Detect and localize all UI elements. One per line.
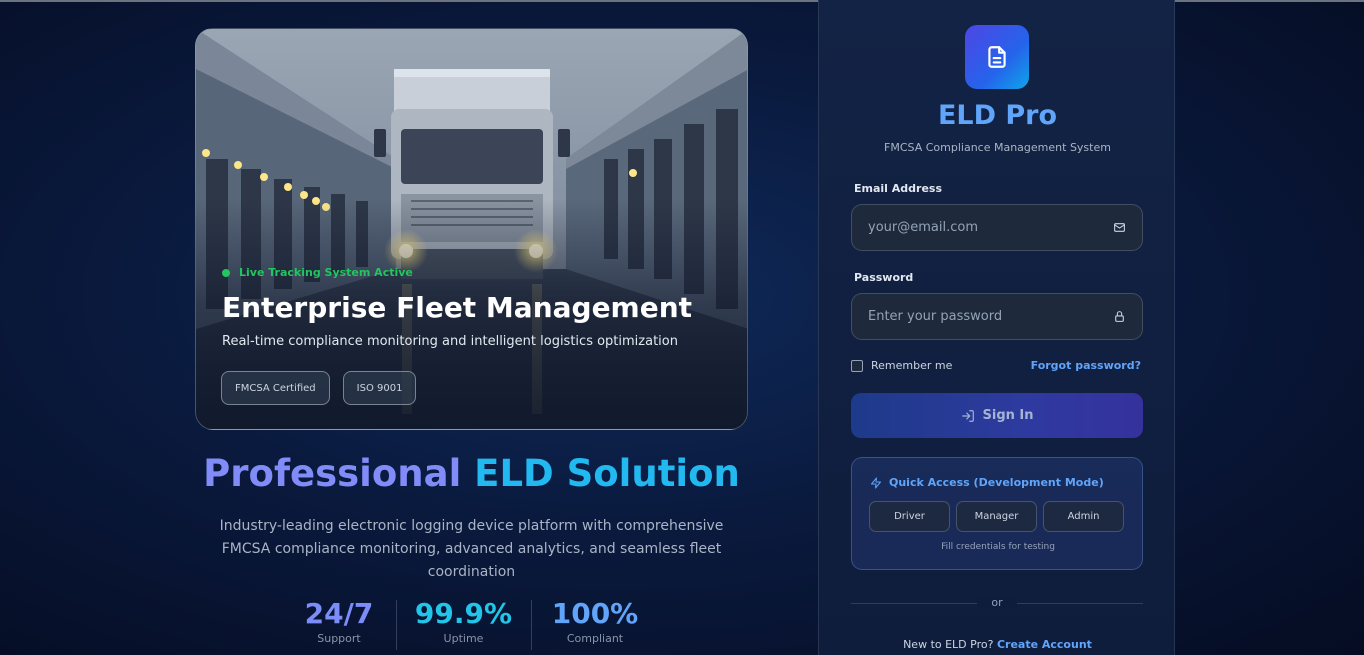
main-description: Industry-leading electronic logging devi… (219, 518, 724, 580)
password-field-wrapper (851, 293, 1143, 340)
badge-fmcsa: FMCSA Certified (221, 371, 330, 405)
login-icon (961, 409, 974, 422)
quick-driver-button[interactable]: Driver (869, 501, 950, 532)
sign-in-button[interactable]: Sign In (851, 393, 1143, 438)
email-field[interactable] (868, 220, 1112, 235)
login-panel: ELD Pro FMCSA Compliance Management Syst… (818, 0, 1175, 655)
quick-access-note: Fill credentials for testing (941, 542, 1055, 552)
stat-label: Compliant (566, 632, 624, 645)
mail-icon (1112, 221, 1126, 235)
or-label: or (977, 596, 1017, 609)
stat-value: 24/7 (304, 597, 374, 630)
badge-iso: ISO 9001 (342, 371, 417, 405)
document-icon (988, 46, 1006, 68)
quick-access-box: Quick Access (Development Mode) Driver M… (851, 457, 1143, 570)
password-field[interactable] (868, 309, 1112, 324)
signup-prompt: New to ELD Pro? Create Account (819, 638, 1176, 651)
sign-in-label: Sign In (982, 408, 1034, 423)
stats-row: 24/7 Support 99.9% Uptime 100% Compliant (282, 597, 659, 650)
quick-manager-button[interactable]: Manager (956, 501, 1037, 532)
signup-prompt-text: New to ELD Pro? (903, 638, 994, 651)
app-logo (965, 25, 1029, 89)
create-account-link[interactable]: Create Account (997, 638, 1092, 651)
quick-access-title: Quick Access (Development Mode) (870, 476, 1104, 489)
remember-checkbox[interactable] (851, 359, 863, 372)
hero-card: Live Tracking System Active Enterprise F… (195, 28, 748, 430)
main-title-part2: ELD Solution (474, 452, 740, 495)
live-status-label: Live Tracking System Active (239, 266, 413, 279)
main-title: Professional ELD Solution (195, 452, 748, 495)
remember-me[interactable]: Remember me (851, 359, 952, 372)
hero-badges: FMCSA Certified ISO 9001 (221, 371, 417, 405)
stat-support: 24/7 Support (282, 597, 396, 646)
remember-label: Remember me (871, 359, 953, 372)
main-title-part1: Professional (203, 452, 462, 495)
lightning-icon (871, 477, 881, 488)
stat-label: Uptime (443, 632, 484, 645)
stat-value: 99.9% (414, 597, 513, 630)
stat-label: Support (317, 632, 361, 645)
brand-tagline: FMCSA Compliance Management System (884, 141, 1111, 154)
hero-title: Enterprise Fleet Management (222, 291, 693, 324)
quick-access-label: Quick Access (Development Mode) (889, 476, 1104, 489)
quick-admin-button[interactable]: Admin (1043, 501, 1124, 532)
lock-icon (1112, 310, 1126, 324)
email-label: Email Address (854, 182, 943, 195)
hero-subtitle: Real-time compliance monitoring and inte… (222, 334, 678, 349)
brand-name: ELD Pro (937, 100, 1058, 131)
stat-value: 100% (551, 597, 639, 630)
live-status: Live Tracking System Active (222, 266, 413, 279)
email-field-wrapper (851, 204, 1143, 251)
live-dot-icon (222, 268, 230, 277)
stat-compliant: 100% Compliant (531, 597, 659, 650)
forgot-password-link[interactable]: Forgot password? (1031, 359, 1141, 372)
password-label: Password (854, 271, 914, 284)
quick-access-buttons: Driver Manager Admin (869, 501, 1124, 532)
stat-uptime: 99.9% Uptime (396, 597, 531, 650)
